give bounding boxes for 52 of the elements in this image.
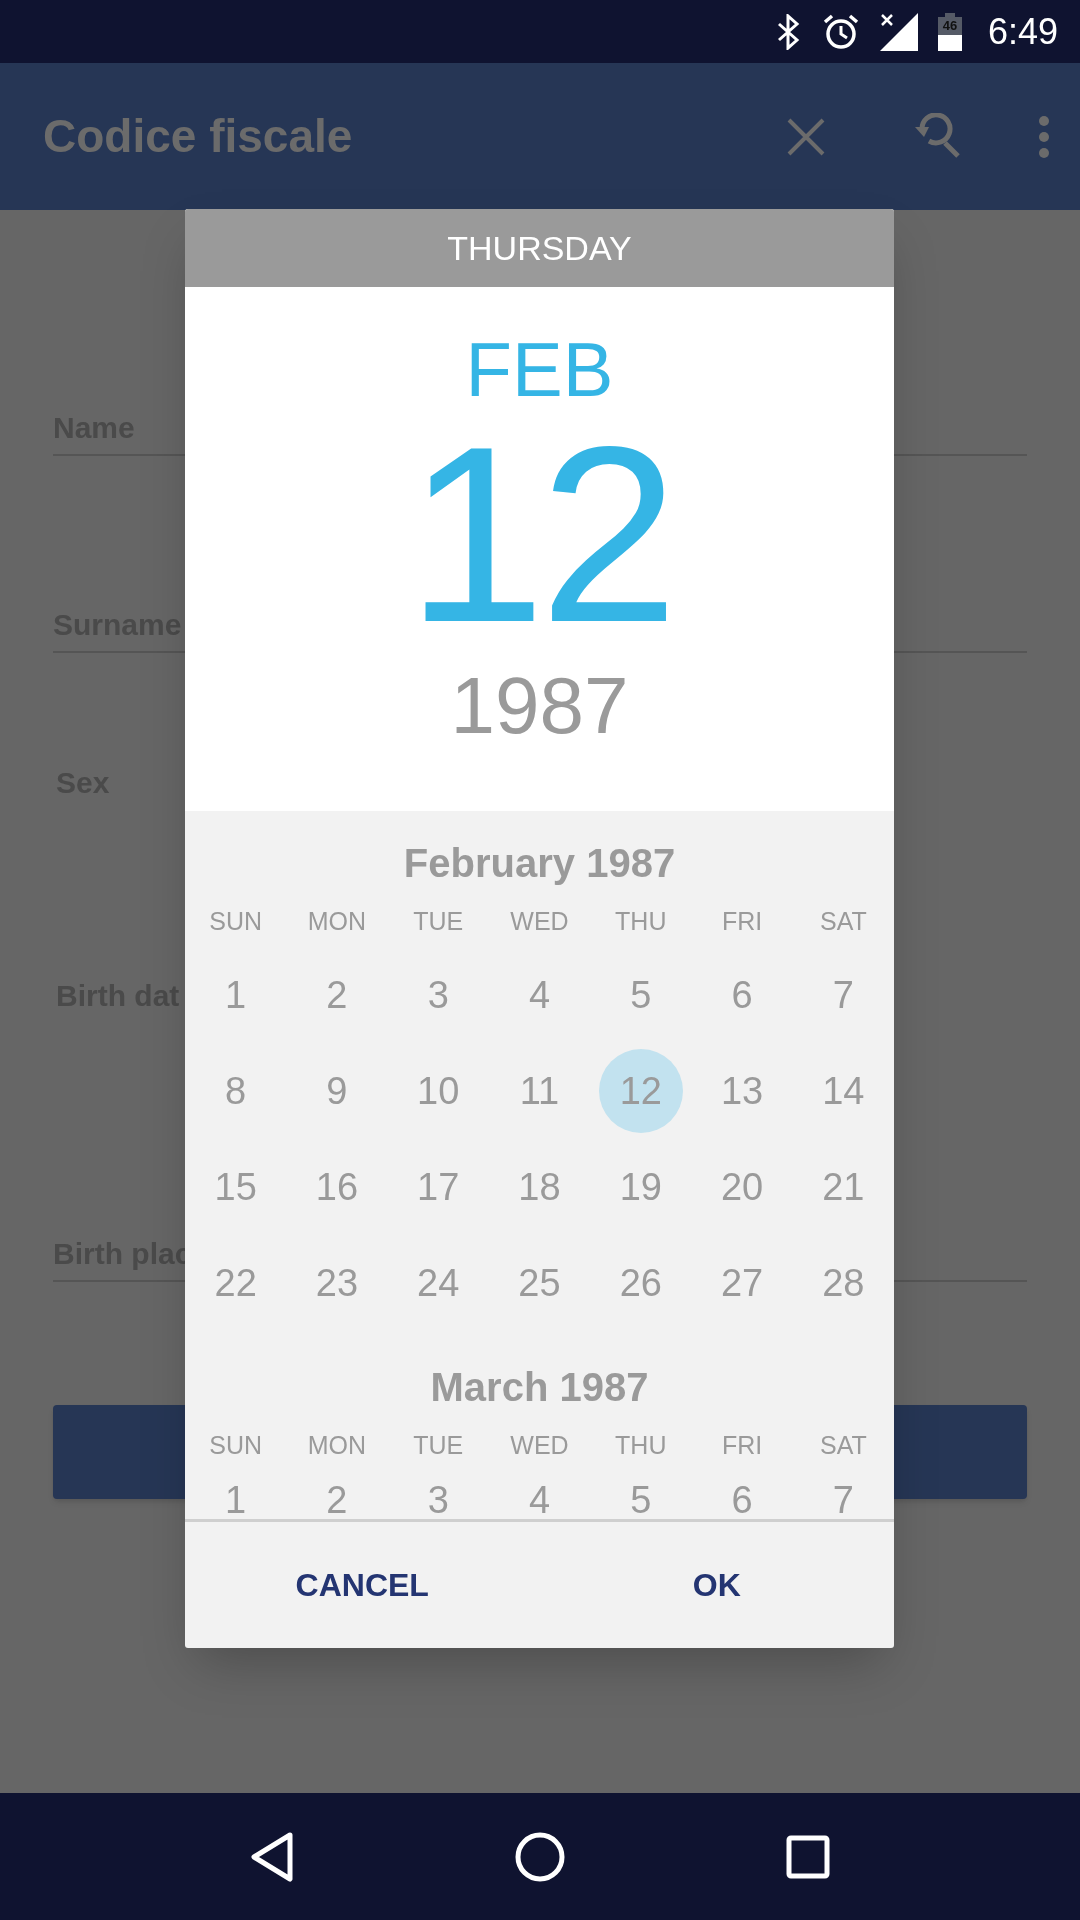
day-cell[interactable]: 13 [700, 1049, 785, 1133]
day-cell[interactable]: 6 [700, 953, 785, 1037]
weekday-label: SAT [818, 906, 868, 938]
day-cell[interactable]: 8 [193, 1049, 278, 1133]
month-title: February 1987 [403, 840, 676, 887]
day-cell[interactable]: 15 [193, 1145, 278, 1229]
day-cell[interactable]: 26 [598, 1241, 683, 1325]
bluetooth-icon [775, 13, 802, 50]
month-title: March 1987 [430, 1364, 649, 1411]
day-cell[interactable]: 2 [294, 953, 379, 1037]
clock-time: 6:49 [987, 9, 1058, 54]
day-cell[interactable]: 19 [598, 1145, 683, 1229]
day-cell[interactable]: 3 [396, 953, 481, 1037]
weekday-label: MON [306, 906, 368, 938]
day-cell[interactable]: 10 [396, 1049, 481, 1133]
signal-icon [879, 12, 918, 51]
day-cell[interactable]: 1 [193, 953, 278, 1037]
weekday-text: THURSDAY [447, 227, 632, 269]
battery-level: 46 [942, 16, 958, 35]
weekday-label: SUN [208, 906, 264, 938]
month-text[interactable]: FEB [465, 325, 614, 415]
day-cell[interactable]: 21 [801, 1145, 886, 1229]
back-icon[interactable] [250, 1831, 295, 1882]
day-cell[interactable]: 14 [801, 1049, 886, 1133]
day-cell[interactable]: 11 [497, 1049, 582, 1133]
day-text[interactable]: 12 [406, 415, 673, 655]
year-text[interactable]: 1987 [450, 661, 629, 751]
alarm-icon [821, 12, 860, 51]
day-cell[interactable]: 25 [497, 1241, 582, 1325]
app-title: Codice fiscale [43, 109, 354, 164]
weekday-label: WED [509, 906, 570, 938]
weekday-label: FRI [720, 906, 764, 938]
weekday-label: THU [614, 906, 668, 938]
day-cell[interactable]: 23 [294, 1241, 379, 1325]
ok-button[interactable]: OK [672, 1545, 761, 1625]
day-cell[interactable]: 24 [396, 1241, 481, 1325]
recents-icon[interactable] [785, 1834, 830, 1879]
day-cell[interactable]: 16 [294, 1145, 379, 1229]
day-cell[interactable]: 5 [598, 953, 683, 1037]
day-cell[interactable]: 4 [497, 953, 582, 1037]
day-cell[interactable]: 27 [700, 1241, 785, 1325]
day-cell[interactable]: 9 [294, 1049, 379, 1133]
day-cell[interactable]: 28 [801, 1241, 886, 1325]
day-cell[interactable]: 7 [801, 953, 886, 1037]
day-cell[interactable]: 12 [598, 1049, 683, 1133]
day-cell[interactable]: 20 [700, 1145, 785, 1229]
home-icon[interactable] [515, 1831, 565, 1882]
day-cell[interactable]: 18 [497, 1145, 582, 1229]
weekday-label: TUE [412, 906, 465, 938]
day-cell[interactable]: 17 [396, 1145, 481, 1229]
day-cell[interactable]: 22 [193, 1241, 278, 1325]
cancel-button[interactable]: CANCEL [275, 1545, 449, 1625]
